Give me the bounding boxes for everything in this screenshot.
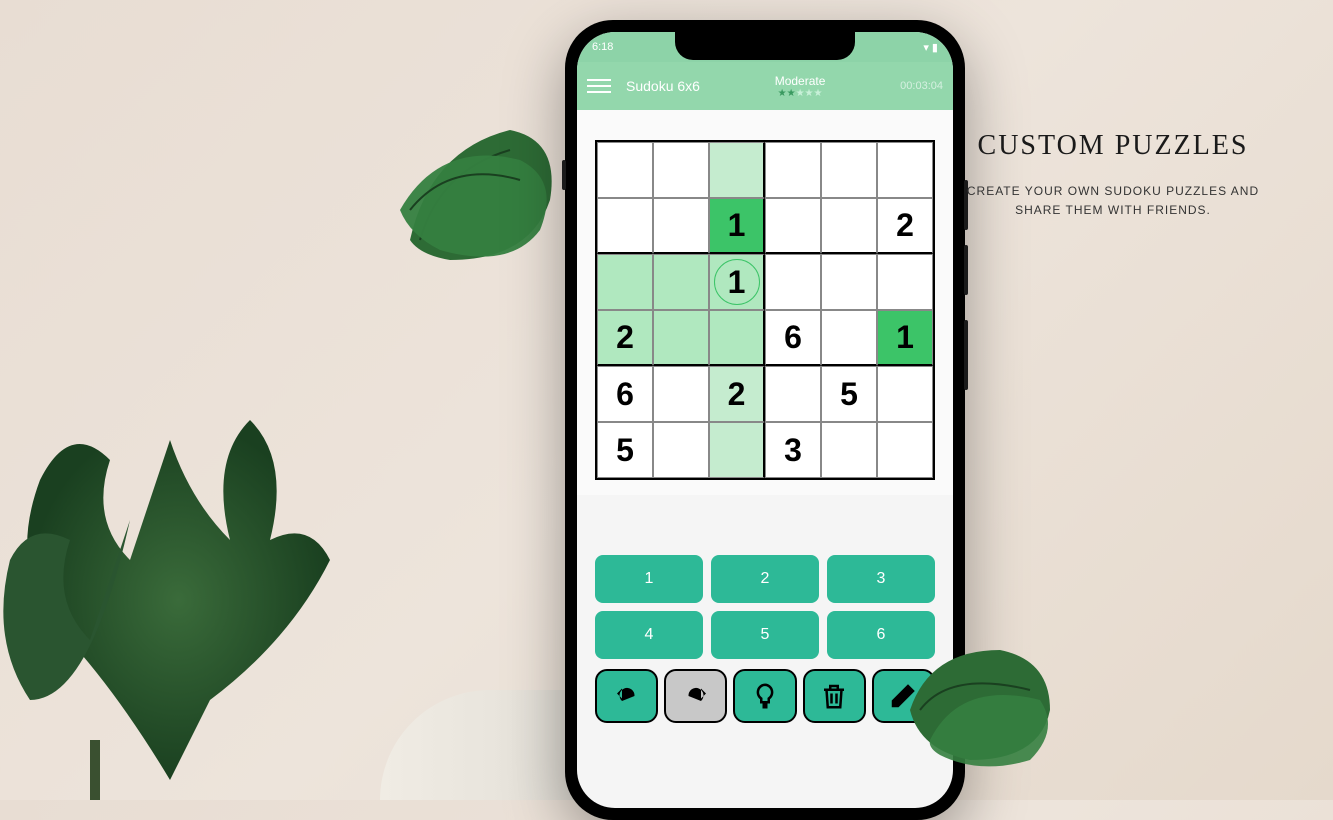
sudoku-cell[interactable] bbox=[765, 198, 821, 254]
sudoku-cell[interactable]: 5 bbox=[821, 366, 877, 422]
marketing-title: CUSTOM PUZZLES bbox=[963, 130, 1263, 162]
sudoku-cell[interactable]: 2 bbox=[877, 198, 933, 254]
sudoku-cell[interactable]: 1 bbox=[709, 198, 765, 254]
numpad-2[interactable]: 2 bbox=[711, 555, 819, 603]
sudoku-cell[interactable] bbox=[821, 310, 877, 366]
sudoku-cell[interactable]: 6 bbox=[765, 310, 821, 366]
sudoku-cell[interactable] bbox=[653, 254, 709, 310]
sudoku-cell[interactable] bbox=[653, 422, 709, 478]
sudoku-cell[interactable] bbox=[765, 142, 821, 198]
sudoku-cell[interactable]: 6 bbox=[597, 366, 653, 422]
undo-button[interactable] bbox=[595, 669, 658, 723]
numpad-5[interactable]: 5 bbox=[711, 611, 819, 659]
action-bar bbox=[595, 669, 935, 723]
leaf-decoration-top bbox=[390, 110, 570, 270]
redo-button[interactable] bbox=[664, 669, 727, 723]
sudoku-cell[interactable]: 2 bbox=[597, 310, 653, 366]
sudoku-cell[interactable] bbox=[877, 254, 933, 310]
game-timer: 00:03:04 bbox=[900, 80, 943, 92]
marketing-description: CREATE YOUR OWN SUDOKU PUZZLES AND SHARE… bbox=[963, 182, 1263, 220]
sudoku-cell[interactable] bbox=[877, 422, 933, 478]
app-title: Sudoku 6x6 bbox=[626, 78, 700, 94]
sudoku-cell[interactable] bbox=[653, 366, 709, 422]
numpad-4[interactable]: 4 bbox=[595, 611, 703, 659]
sudoku-cell[interactable] bbox=[709, 422, 765, 478]
sudoku-cell[interactable]: 5 bbox=[597, 422, 653, 478]
sudoku-cell[interactable]: 3 bbox=[765, 422, 821, 478]
sudoku-cell[interactable] bbox=[709, 142, 765, 198]
number-pad: 123456 bbox=[595, 555, 935, 659]
sudoku-cell[interactable] bbox=[597, 198, 653, 254]
sudoku-cell[interactable] bbox=[653, 310, 709, 366]
numpad-1[interactable]: 1 bbox=[595, 555, 703, 603]
sudoku-grid: 12126162553 bbox=[595, 140, 935, 480]
delete-button[interactable] bbox=[803, 669, 866, 723]
numpad-3[interactable]: 3 bbox=[827, 555, 935, 603]
app-header: Sudoku 6x6 Moderate ★★★★★ 00:03:04 bbox=[577, 62, 953, 110]
status-time: 6:18 bbox=[592, 41, 613, 53]
sudoku-cell[interactable] bbox=[765, 366, 821, 422]
difficulty-stars: ★★★★★ bbox=[700, 88, 900, 99]
plant-monstera bbox=[0, 280, 350, 800]
sudoku-cell[interactable] bbox=[877, 366, 933, 422]
menu-icon[interactable] bbox=[587, 79, 611, 93]
sudoku-cell[interactable] bbox=[597, 142, 653, 198]
phone-screen: 6:18 ▾ ▮ Sudoku 6x6 Moderate ★★★★★ 00:03… bbox=[577, 32, 953, 808]
sudoku-cell[interactable] bbox=[653, 198, 709, 254]
hint-button[interactable] bbox=[733, 669, 796, 723]
sudoku-cell[interactable] bbox=[765, 254, 821, 310]
sudoku-cell[interactable]: 1 bbox=[709, 254, 765, 310]
sudoku-cell[interactable] bbox=[821, 198, 877, 254]
marketing-block: CUSTOM PUZZLES CREATE YOUR OWN SUDOKU PU… bbox=[963, 130, 1263, 220]
sudoku-cell[interactable] bbox=[821, 254, 877, 310]
leaf-decoration-bottom bbox=[900, 640, 1060, 770]
difficulty-label: Moderate bbox=[700, 74, 900, 88]
sudoku-cell[interactable] bbox=[821, 142, 877, 198]
sudoku-cell[interactable] bbox=[709, 310, 765, 366]
sudoku-cell[interactable] bbox=[653, 142, 709, 198]
sudoku-cell[interactable] bbox=[877, 142, 933, 198]
status-icons: ▾ ▮ bbox=[923, 41, 938, 54]
sudoku-cell[interactable]: 1 bbox=[877, 310, 933, 366]
sudoku-cell[interactable] bbox=[821, 422, 877, 478]
sudoku-cell[interactable]: 2 bbox=[709, 366, 765, 422]
sudoku-cell[interactable] bbox=[597, 254, 653, 310]
